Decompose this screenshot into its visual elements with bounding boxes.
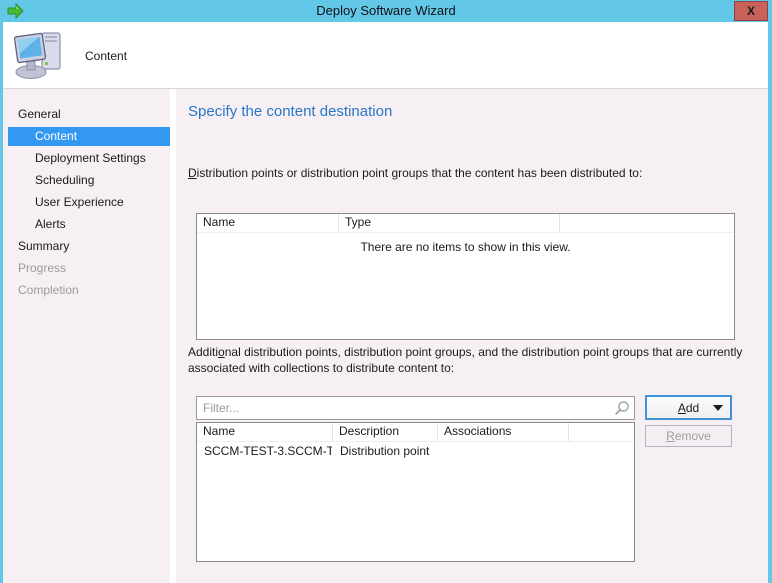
row-name-cell[interactable]: SCCM-TEST-3.SCCM-T... xyxy=(197,442,333,460)
add-button-label: Add xyxy=(678,401,699,415)
chevron-down-icon[interactable] xyxy=(713,405,723,411)
remove-button: Remove xyxy=(645,425,732,447)
sidebar-item-general[interactable]: General xyxy=(3,103,170,125)
additional-points-list[interactable]: Name Description Associations SCCM-TEST-… xyxy=(196,422,635,562)
content-pane: Specify the content destination Distribu… xyxy=(176,89,768,583)
wizard-nav: General Content Deployment Settings Sche… xyxy=(3,103,170,301)
header-step-label: Content xyxy=(85,49,127,63)
deploy-software-wizard-window: Deploy Software Wizard X xyxy=(0,0,772,583)
distributed-points-list-header: Name Type xyxy=(197,214,734,233)
distributed-points-list[interactable]: Name Type There are no items to show in … xyxy=(196,213,735,340)
sidebar-item-deployment-settings[interactable]: Deployment Settings xyxy=(3,147,170,169)
sidebar-item-alerts[interactable]: Alerts xyxy=(3,213,170,235)
filter-input[interactable] xyxy=(196,396,635,420)
row-description-cell[interactable]: Distribution point xyxy=(333,442,438,460)
wizard-header: Content xyxy=(3,22,768,89)
computer-icon xyxy=(13,28,67,87)
remove-button-label: Remove xyxy=(666,429,711,443)
table-row[interactable]: SCCM-TEST-3.SCCM-T... Distribution point xyxy=(197,442,634,460)
column-header-description[interactable]: Description xyxy=(333,423,438,441)
distributed-points-label: Distribution points or distribution poin… xyxy=(188,166,642,180)
row-associations-cell[interactable] xyxy=(438,442,569,460)
additional-points-label: Additional distribution points, distribu… xyxy=(188,345,764,376)
wizard-sidebar: General Content Deployment Settings Sche… xyxy=(3,89,176,583)
additional-points-list-header: Name Description Associations xyxy=(197,423,634,442)
column-header-name[interactable]: Name xyxy=(197,423,333,441)
search-icon xyxy=(614,400,630,419)
window-title: Deploy Software Wizard xyxy=(0,0,772,22)
column-header-associations[interactable]: Associations xyxy=(438,423,569,441)
sidebar-item-scheduling[interactable]: Scheduling xyxy=(3,169,170,191)
add-button[interactable]: Add xyxy=(645,395,732,420)
column-header-name[interactable]: Name xyxy=(197,214,339,232)
sidebar-item-completion: Completion xyxy=(3,279,170,301)
empty-list-message: There are no items to show in this view. xyxy=(197,240,734,254)
sidebar-item-progress: Progress xyxy=(3,257,170,279)
sidebar-item-user-experience[interactable]: User Experience xyxy=(3,191,170,213)
close-button[interactable]: X xyxy=(734,1,768,21)
title-bar: Deploy Software Wizard X xyxy=(0,0,772,22)
filter-box xyxy=(196,396,635,420)
sidebar-item-content[interactable]: Content xyxy=(8,127,170,146)
wizard-frame: Content General Content Deployment Setti… xyxy=(3,22,768,583)
page-title: Specify the content destination xyxy=(188,103,392,120)
sidebar-item-summary[interactable]: Summary xyxy=(3,235,170,257)
column-header-type[interactable]: Type xyxy=(339,214,560,232)
